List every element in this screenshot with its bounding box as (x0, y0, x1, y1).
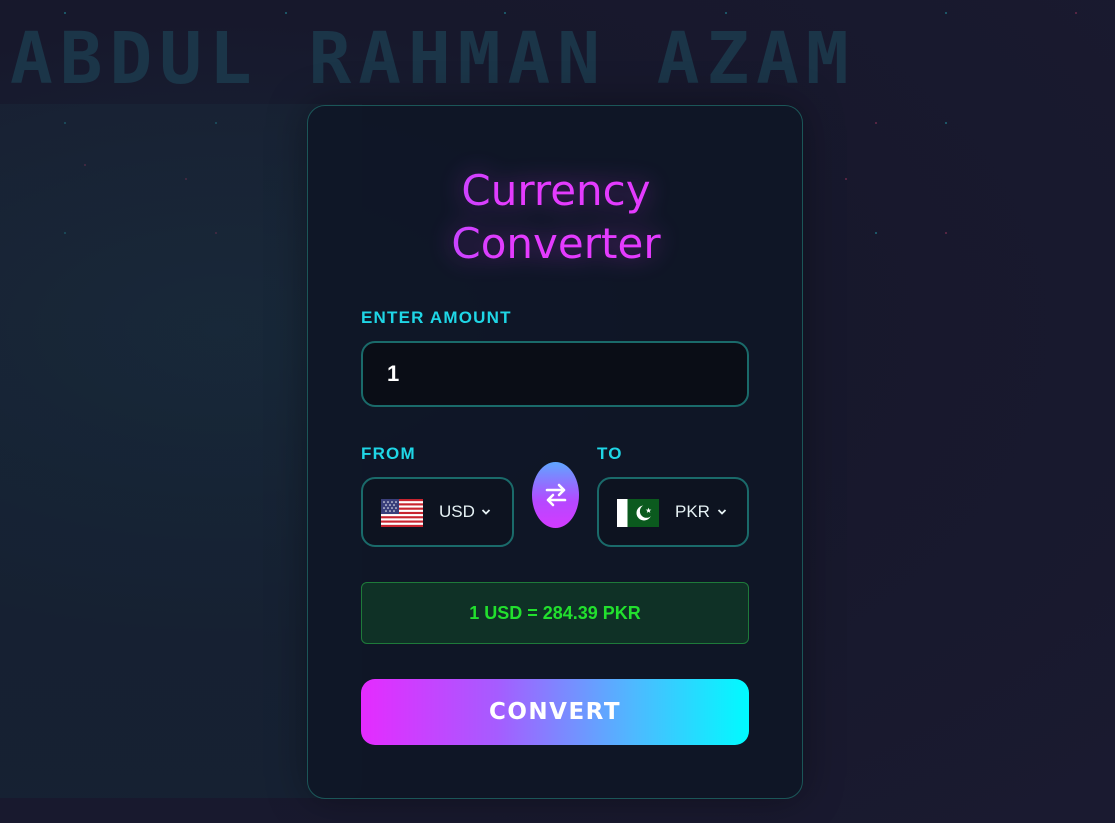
background-watermark: ABDUL RAHMAN AZAM (10, 17, 856, 100)
to-currency-code: PKR (675, 502, 710, 521)
to-currency-select[interactable]: PKR (597, 477, 749, 547)
swap-currencies-button[interactable] (532, 462, 579, 528)
to-label: TO (597, 444, 623, 463)
chevron-down-icon (481, 509, 491, 515)
amount-field[interactable] (361, 341, 749, 407)
pakistan-flag-icon (617, 499, 659, 527)
exchange-rate-text: 1 USD = 284.39 PKR (469, 602, 641, 623)
from-currency-select[interactable]: USD (361, 477, 514, 547)
title-line-2: Converter (451, 219, 661, 268)
exchange-rate-result: 1 USD = 284.39 PKR (361, 582, 749, 644)
amount-input[interactable] (363, 343, 747, 405)
from-label: FROM (361, 444, 416, 463)
us-flag-icon (381, 499, 423, 527)
swap-arrows-icon (545, 483, 566, 507)
chevron-down-icon (717, 509, 727, 515)
title-line-1: Currency (461, 166, 651, 215)
convert-button[interactable]: CONVERT (361, 679, 749, 745)
converter-card: Currency Converter ENTER AMOUNT FROM TO (307, 105, 803, 799)
amount-label: ENTER AMOUNT (361, 308, 512, 327)
page-title: Currency Converter (308, 164, 804, 270)
from-currency-code: USD (439, 502, 475, 521)
